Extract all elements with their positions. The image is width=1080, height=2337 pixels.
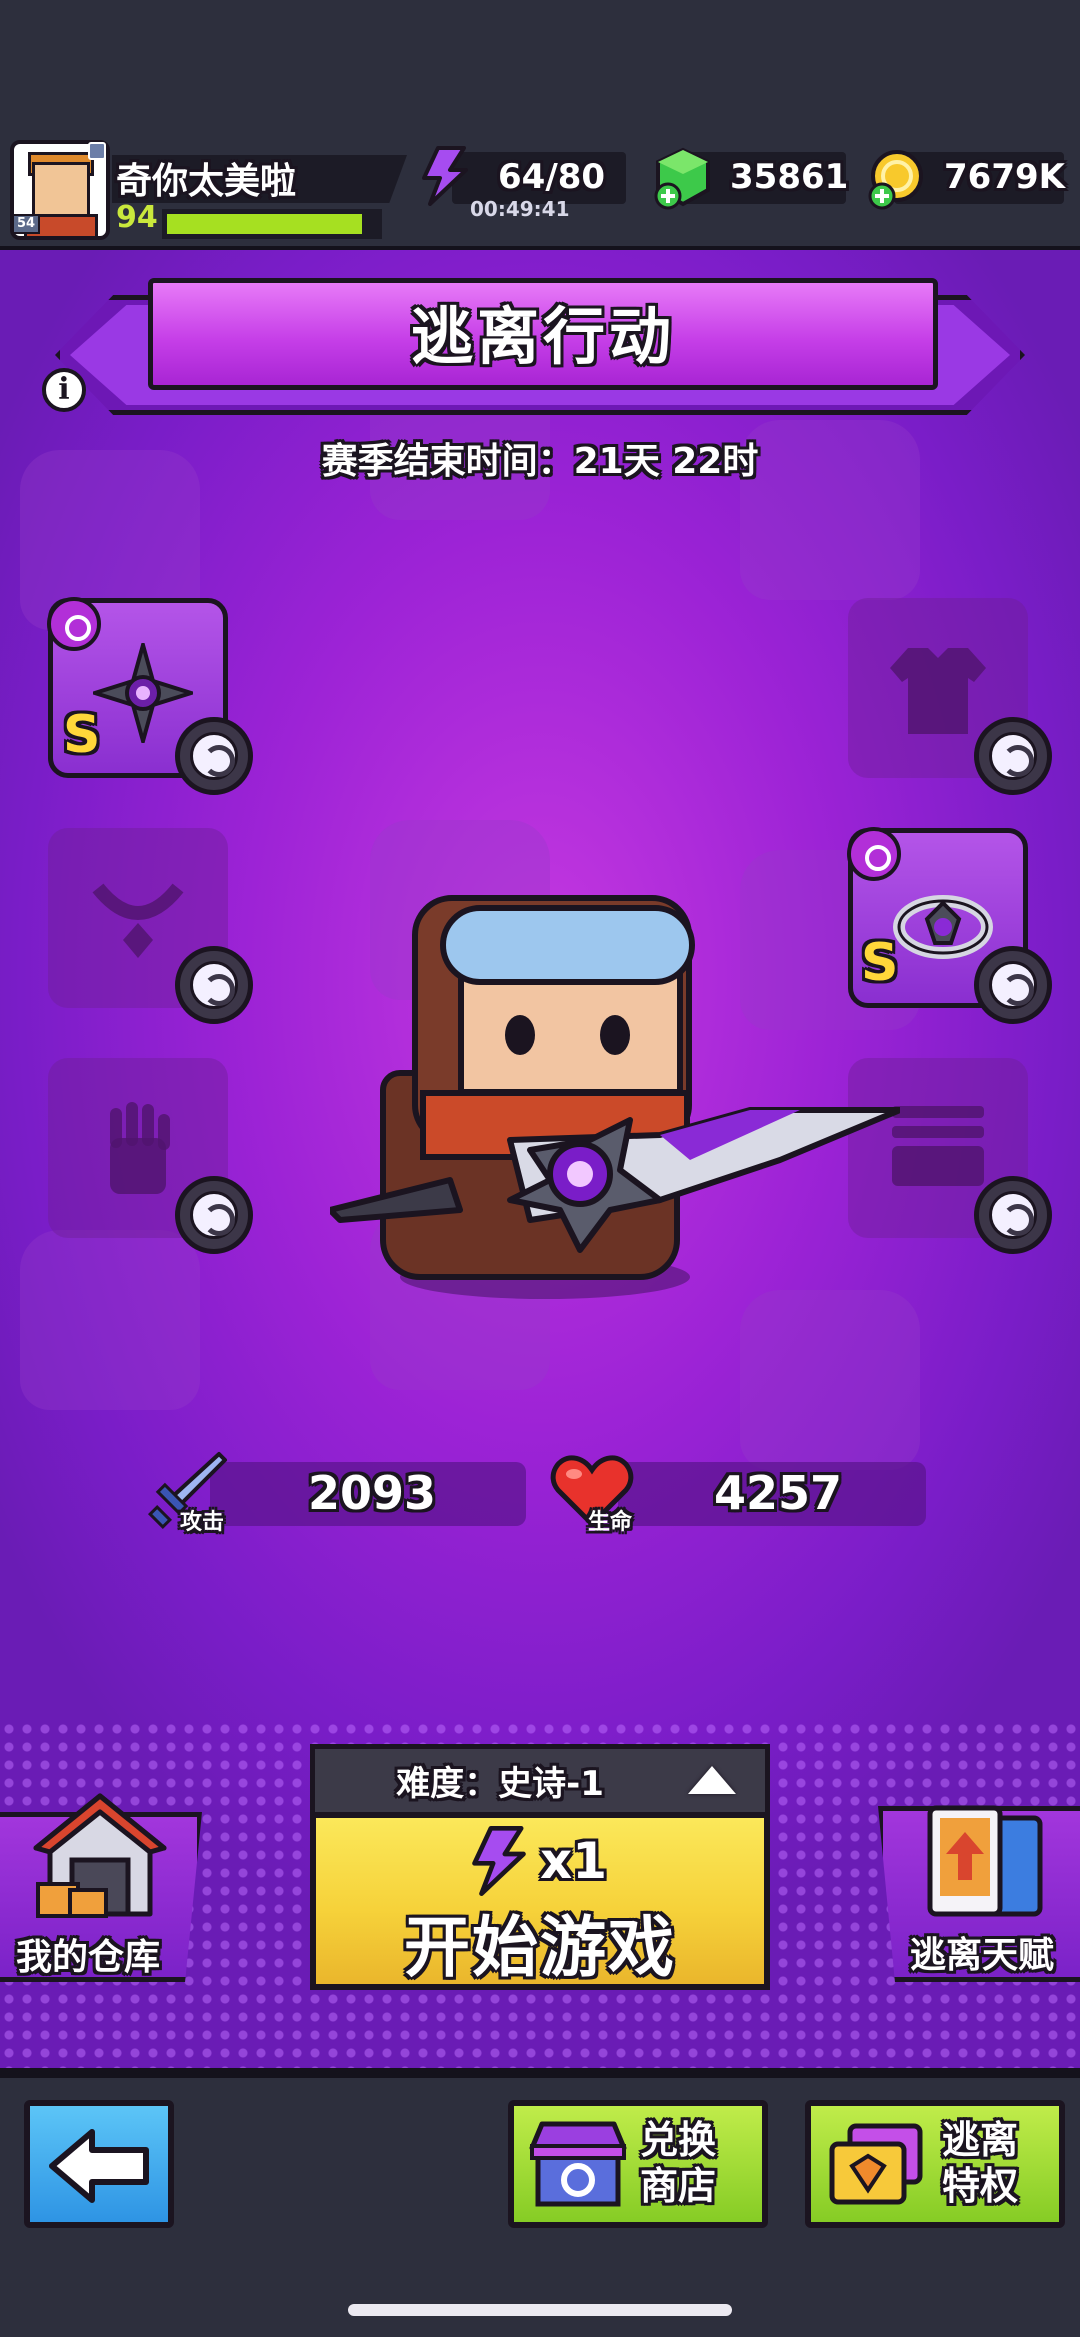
glove-swap-button[interactable] <box>175 1176 253 1254</box>
xp-bar-fill <box>164 211 365 237</box>
bg-pattern <box>740 1290 920 1470</box>
privilege-card-icon <box>829 2123 923 2205</box>
hp-label: 生命 <box>588 1510 633 1535</box>
necklace-icon <box>92 883 184 958</box>
status-bar <box>0 0 1080 130</box>
boots-swap-button[interactable] <box>974 1176 1052 1254</box>
swap-icon <box>190 732 238 780</box>
hp-value: 4257 <box>714 1466 843 1520</box>
escape-privilege-line1: 逃离 <box>942 2118 1019 2162</box>
xp-bar <box>162 209 382 239</box>
boots-icon <box>892 1106 984 1186</box>
gem-value: 35861 <box>730 157 849 197</box>
character-eye <box>600 1015 630 1055</box>
talent-card-icon <box>927 1805 1043 1917</box>
ring-swap-button[interactable] <box>974 946 1052 1024</box>
player-level: 94 <box>116 200 158 235</box>
difficulty-text: 难度：史诗-1 <box>396 1764 604 1804</box>
escape-privilege-line2: 特权 <box>942 2164 1019 2208</box>
character-eye <box>505 1015 535 1055</box>
ring-rank: S <box>861 933 899 993</box>
lightning-icon <box>422 146 468 206</box>
swap-icon <box>989 732 1037 780</box>
attack-value: 2093 <box>308 1466 437 1520</box>
exchange-shop-line1: 兑换 <box>640 2118 717 2162</box>
swap-icon <box>989 961 1037 1009</box>
avatar-edit-icon <box>88 142 106 160</box>
attack-label: 攻击 <box>180 1510 225 1535</box>
swap-icon <box>190 1191 238 1239</box>
ring-icon <box>893 895 993 959</box>
info-icon[interactable]: i <box>42 368 86 412</box>
energy-timer: 00:49:41 <box>470 197 570 221</box>
chevron-up-icon[interactable] <box>688 1766 736 1794</box>
swap-icon <box>989 1191 1037 1239</box>
armor-swap-button[interactable] <box>974 717 1052 795</box>
energy-value: 64/80 <box>498 157 606 197</box>
coin-value: 7679K <box>944 157 1065 197</box>
necklace-swap-button[interactable] <box>175 946 253 1024</box>
warehouse-label: 我的仓库 <box>16 1937 161 1978</box>
mode-title: 逃离行动 <box>410 300 675 373</box>
talent-label: 逃离天赋 <box>910 1935 1055 1976</box>
swap-icon <box>190 961 238 1009</box>
shuriken-weapon-icon <box>93 643 193 743</box>
gem-add-icon[interactable] <box>652 146 714 212</box>
avatar-badge: 54 <box>12 214 40 234</box>
start-label: 开始游戏 <box>404 1909 676 1986</box>
glove-icon <box>110 1102 170 1194</box>
player-name: 奇你太美啦 <box>116 161 297 202</box>
weapon-category-icon <box>47 597 101 651</box>
start-cost: x1 <box>540 1832 608 1890</box>
exchange-shop-line2: 商店 <box>640 2164 717 2208</box>
bg-pattern <box>20 1230 200 1410</box>
ring-category-icon <box>847 827 901 881</box>
coin-add-icon[interactable] <box>866 148 928 212</box>
back-arrow-icon <box>49 2129 149 2203</box>
warehouse-icon <box>33 1793 167 1918</box>
character-goggles <box>440 905 695 985</box>
lightning-icon <box>472 1826 526 1896</box>
shop-icon <box>529 2121 627 2207</box>
season-end-time: 赛季结束时间：21天 22时 <box>321 441 759 482</box>
weapon-swap-button[interactable] <box>175 717 253 795</box>
bottom-divider <box>0 2068 1080 2078</box>
armor-icon <box>890 648 986 734</box>
weapon-rank: S <box>63 705 101 765</box>
avatar-face <box>32 162 90 220</box>
equipped-weapon <box>330 1107 900 1253</box>
home-indicator <box>348 2304 732 2316</box>
